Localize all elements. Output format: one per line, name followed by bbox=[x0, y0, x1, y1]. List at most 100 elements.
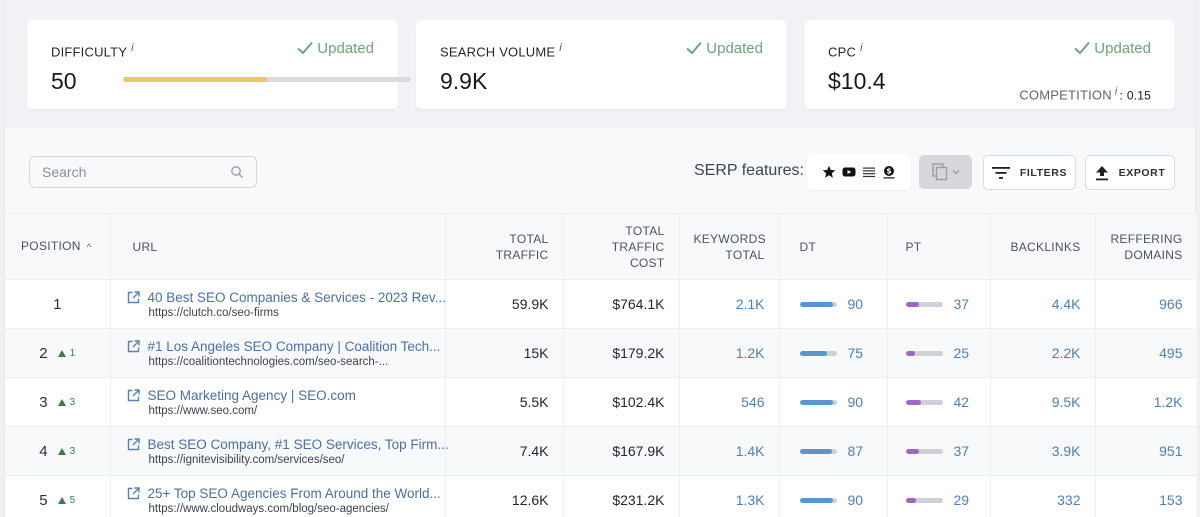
export-button[interactable]: EXPORT bbox=[1085, 155, 1175, 190]
position-cell: 1 bbox=[5, 279, 111, 329]
position-value: 4 bbox=[39, 442, 48, 460]
traffic-cost-cell: $764.1K bbox=[563, 279, 680, 329]
total-traffic-cell: 5.5K bbox=[445, 377, 564, 427]
search-volume-card: SEARCH VOLUME i Updated 9.9K bbox=[416, 20, 787, 109]
col-dt[interactable]: DT bbox=[779, 213, 888, 280]
list-icon bbox=[863, 167, 875, 178]
referring-domains-link[interactable]: 495 bbox=[1095, 328, 1198, 378]
pt-bar bbox=[905, 448, 943, 454]
serp-features-label: SERP features: bbox=[694, 162, 804, 179]
dt-value[interactable]: 90 bbox=[848, 394, 864, 410]
info-icon[interactable]: i bbox=[860, 42, 863, 54]
backlinks-link[interactable]: 2.2K bbox=[990, 328, 1096, 378]
dt-value[interactable]: 90 bbox=[848, 492, 864, 508]
result-title-link[interactable]: #1 Los Angeles SEO Company | Coalition T… bbox=[127, 339, 440, 354]
keywords-total-link[interactable]: 2.1K bbox=[679, 279, 780, 329]
result-title-link[interactable]: 40 Best SEO Companies & Services - 2023 … bbox=[127, 290, 446, 305]
total-traffic-cell: 59.9K bbox=[445, 279, 564, 329]
dt-value[interactable]: 75 bbox=[848, 345, 864, 361]
search-volume-value: 9.9K bbox=[440, 68, 488, 94]
competition-value: 0.15 bbox=[1126, 88, 1151, 103]
position-cell: 55 bbox=[5, 475, 111, 517]
table-row: 55 25+ Top SEO Agencies From Around the … bbox=[5, 475, 1198, 517]
info-icon[interactable]: i bbox=[1115, 85, 1118, 97]
keywords-total-link[interactable]: 1.4K bbox=[679, 426, 780, 476]
position-cell: 21 bbox=[5, 328, 111, 378]
serp-features-selector[interactable]: $ bbox=[807, 154, 911, 190]
total-traffic-cell: 12.6K bbox=[445, 475, 564, 517]
col-keywords-total[interactable]: KEYWORDS TOTAL bbox=[679, 213, 780, 280]
keywords-total-link[interactable]: 1.2K bbox=[679, 328, 780, 378]
col-pt[interactable]: PT bbox=[887, 213, 991, 280]
pt-value[interactable]: 29 bbox=[954, 492, 970, 508]
external-link-icon[interactable] bbox=[127, 487, 140, 500]
dt-bar-fill bbox=[799, 301, 833, 307]
filters-button[interactable]: FILTERS bbox=[983, 155, 1076, 190]
svg-text:$: $ bbox=[886, 167, 891, 176]
referring-domains-link[interactable]: 951 bbox=[1095, 426, 1198, 476]
url-cell: 25+ Top SEO Agencies From Around the Wor… bbox=[110, 475, 446, 517]
pt-bar-fill bbox=[905, 350, 915, 356]
col-total-traffic[interactable]: TOTAL TRAFFIC bbox=[445, 213, 564, 280]
video-icon bbox=[842, 167, 856, 177]
search-icon[interactable] bbox=[230, 165, 244, 179]
result-title-link[interactable]: 25+ Top SEO Agencies From Around the Wor… bbox=[127, 486, 441, 501]
col-position[interactable]: POSITION ^ bbox=[5, 213, 111, 280]
external-link-icon[interactable] bbox=[127, 339, 140, 353]
backlinks-link[interactable]: 4.4K bbox=[990, 279, 1096, 329]
dt-bar-fill bbox=[799, 350, 828, 356]
difficulty-bar-fill bbox=[123, 77, 267, 82]
referring-domains-link[interactable]: 1.2K bbox=[1095, 377, 1198, 427]
pt-value[interactable]: 37 bbox=[954, 443, 970, 459]
pt-bar-fill bbox=[905, 301, 920, 307]
url-cell: Best SEO Company, #1 SEO Services, Top F… bbox=[110, 426, 449, 476]
keywords-total-link[interactable]: 546 bbox=[679, 377, 780, 427]
external-link-icon[interactable] bbox=[127, 290, 140, 304]
result-url: https://ignitevisibility.com/services/se… bbox=[148, 453, 345, 466]
col-backlinks[interactable]: BACKLINKS bbox=[990, 213, 1096, 280]
pt-value[interactable]: 42 bbox=[954, 394, 970, 410]
traffic-cost-cell: $179.2K bbox=[563, 328, 680, 378]
arrow-up-icon bbox=[57, 496, 66, 504]
col-url[interactable]: URL bbox=[110, 213, 446, 280]
info-icon[interactable]: i bbox=[559, 42, 562, 54]
dt-bar bbox=[799, 301, 837, 307]
traffic-cost-cell: $167.9K bbox=[563, 426, 680, 476]
table-row: 21 #1 Los Angeles SEO Company | Coalitio… bbox=[5, 328, 1198, 378]
col-referring-domains[interactable]: REFFERING DOMAINS bbox=[1095, 213, 1198, 280]
seo-panel: DIFFICULTY i Updated 50 SEARCH VOLUME i Up… bbox=[4, 0, 1198, 517]
result-title-link[interactable]: SEO Marketing Agency | SEO.com bbox=[127, 388, 431, 403]
position-change: 1 bbox=[57, 348, 75, 359]
dt-value[interactable]: 87 bbox=[848, 443, 864, 459]
dt-bar bbox=[799, 399, 837, 405]
dt-cell: 90 bbox=[779, 377, 888, 427]
check-icon bbox=[1074, 41, 1091, 55]
external-link-icon[interactable] bbox=[127, 437, 140, 451]
pt-cell: 25 bbox=[887, 328, 991, 378]
check-icon bbox=[686, 41, 703, 55]
sort-ascending-icon[interactable]: ^ bbox=[87, 242, 92, 252]
serp-results-table: POSITION ^ URL TOTAL TRAFFIC TOTAL TRAFFIC… bbox=[5, 213, 1198, 517]
referring-domains-link[interactable]: 966 bbox=[1095, 279, 1198, 329]
external-link-icon[interactable] bbox=[127, 388, 140, 402]
pt-value[interactable]: 25 bbox=[954, 345, 970, 361]
dollar-icon: $ bbox=[883, 166, 895, 179]
backlinks-link[interactable]: 9.5K bbox=[990, 377, 1096, 427]
result-title-link[interactable]: Best SEO Company, #1 SEO Services, Top F… bbox=[127, 437, 449, 452]
referring-domains-link[interactable]: 153 bbox=[1095, 475, 1198, 517]
pt-bar bbox=[905, 497, 943, 503]
pt-value[interactable]: 37 bbox=[954, 296, 970, 312]
position-value: 1 bbox=[53, 295, 62, 313]
keywords-total-link[interactable]: 1.3K bbox=[679, 475, 780, 517]
copy-dropdown-button[interactable] bbox=[919, 155, 972, 189]
position-cell: 33 bbox=[5, 377, 111, 427]
competition: COMPETITION i: 0.15 bbox=[1019, 85, 1151, 103]
col-traffic-cost[interactable]: TOTAL TRAFFIC COST bbox=[563, 213, 680, 280]
dt-value[interactable]: 90 bbox=[848, 296, 864, 312]
search-input[interactable] bbox=[30, 157, 220, 187]
difficulty-card: DIFFICULTY i Updated 50 bbox=[27, 20, 411, 109]
info-icon[interactable]: i bbox=[131, 42, 134, 54]
backlinks-link[interactable]: 332 bbox=[990, 475, 1096, 517]
backlinks-link[interactable]: 3.9K bbox=[990, 426, 1096, 476]
position-change: 3 bbox=[57, 397, 75, 408]
